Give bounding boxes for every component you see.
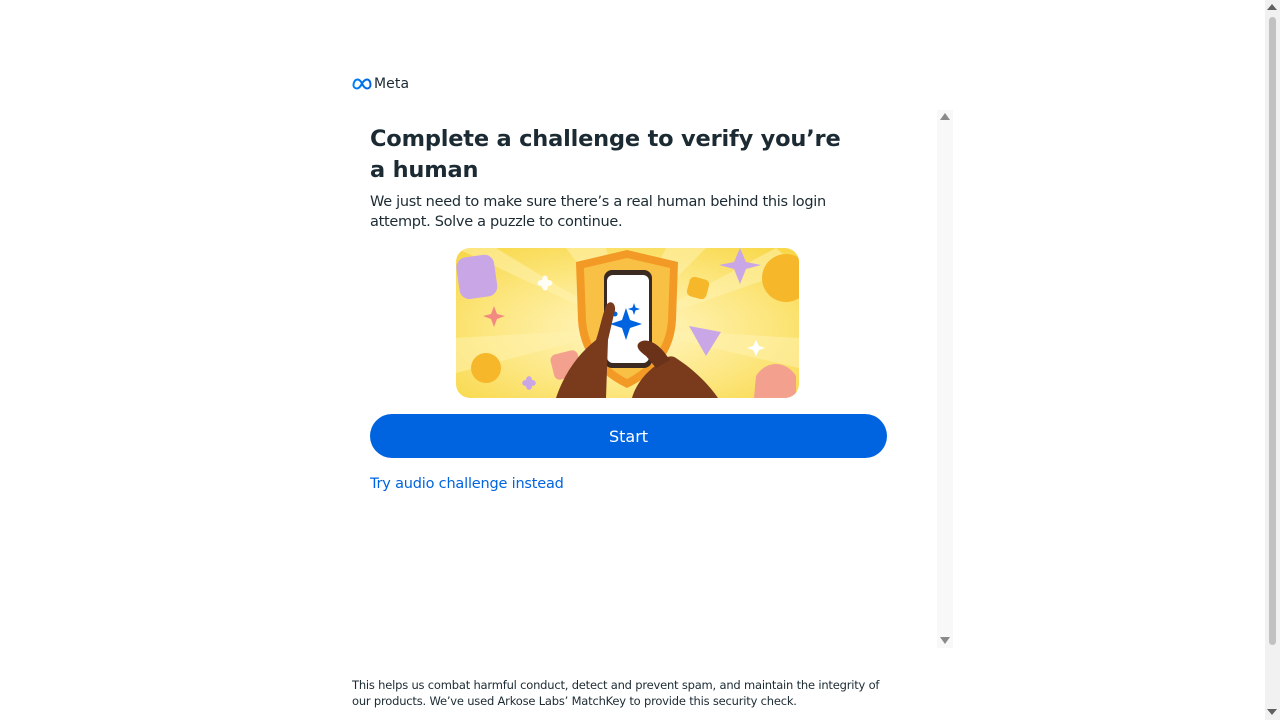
meta-wordmark: Meta <box>374 76 410 92</box>
hands-phone-shield-icon <box>456 248 799 398</box>
meta-logo: Meta <box>352 76 409 92</box>
audio-challenge-link[interactable]: Try audio challenge instead <box>370 476 564 492</box>
challenge-subtitle: We just need to make sure there’s a real… <box>370 194 826 230</box>
challenge-illustration <box>456 248 799 398</box>
challenge-frame: Complete a challenge to verify you’re a … <box>353 110 953 648</box>
page-scroll-thumb[interactable] <box>1269 17 1276 645</box>
page-scroll-down-icon[interactable] <box>1267 709 1277 715</box>
page-scrollbar[interactable] <box>1265 0 1280 720</box>
verification-page: Meta Complete a challenge to verify you’… <box>0 0 1280 720</box>
meta-infinity-icon <box>352 78 372 90</box>
start-button[interactable]: Start <box>370 414 887 458</box>
frame-scrollbar[interactable] <box>937 110 953 648</box>
challenge-title: Complete a challenge to verify you’re a … <box>370 126 841 183</box>
scroll-up-icon[interactable] <box>940 113 950 120</box>
page-scroll-up-icon[interactable] <box>1267 4 1277 10</box>
scroll-down-icon[interactable] <box>940 637 950 644</box>
security-disclaimer: This helps us combat harmful conduct, de… <box>352 678 880 708</box>
